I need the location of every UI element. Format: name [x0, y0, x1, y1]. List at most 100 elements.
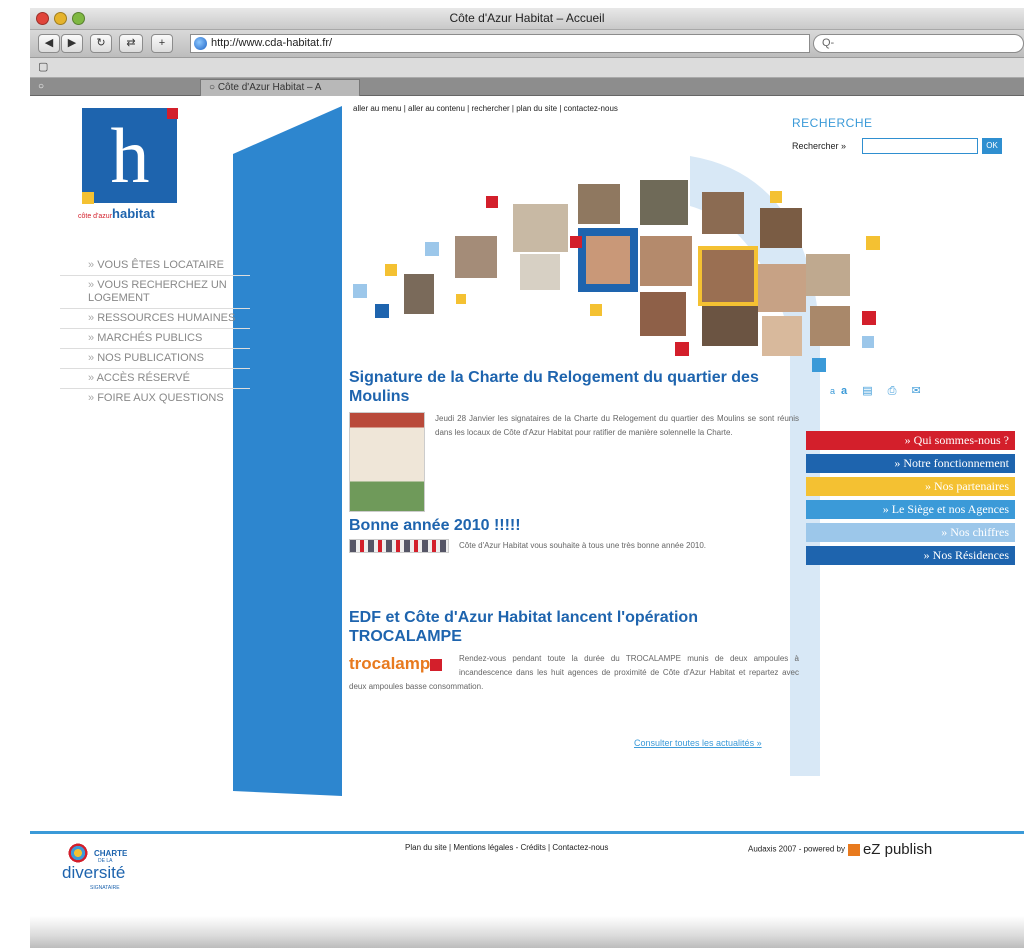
menu-item-publications[interactable]: » NOS PUBLICATIONS	[60, 349, 250, 369]
ez-logo-icon	[847, 843, 860, 856]
nav-partenaires[interactable]: » Nos partenaires	[806, 477, 1015, 496]
photo-tile	[455, 236, 497, 278]
photo-tile	[404, 274, 434, 314]
snapback-button[interactable]: ⇄	[119, 34, 143, 53]
mail-icon[interactable]: ✉	[912, 385, 927, 397]
square	[570, 236, 582, 248]
logo-brand: habitat	[112, 206, 155, 221]
charte-label: CHARTE	[94, 849, 128, 858]
nav-qui-sommes-nous[interactable]: » Qui sommes-nous ?	[806, 431, 1015, 450]
font-size-large-icon[interactable]: a	[841, 385, 853, 397]
back-button[interactable]: ◀	[38, 34, 60, 53]
photo-tile	[586, 236, 630, 284]
square	[385, 264, 397, 276]
square	[425, 242, 439, 256]
search-input[interactable]	[862, 138, 978, 154]
photo-tile	[640, 292, 686, 336]
news-thumbnail[interactable]	[349, 412, 425, 512]
logo-red-square	[167, 108, 178, 119]
square	[862, 336, 874, 348]
search-ok-button[interactable]: OK	[982, 138, 1002, 154]
footer-links[interactable]: Plan du site | Mentions légales - Crédit…	[405, 843, 608, 852]
menu-item-faq[interactable]: » FOIRE AUX QUESTIONS	[60, 389, 250, 408]
photo-tile	[806, 254, 850, 296]
browser-toolbar: ◀ ▶ ↻ ⇄ + http://www.cda-habitat.fr/ Q-	[30, 30, 1024, 58]
square	[862, 311, 876, 325]
main-menu: » VOUS ÊTES LOCATAIRE » VOUS RECHERCHEZ …	[60, 256, 250, 408]
bottom-shade	[30, 916, 1024, 948]
menu-item-logement[interactable]: » VOUS RECHERCHEZ UN LOGEMENT	[60, 276, 250, 309]
address-bar[interactable]: http://www.cda-habitat.fr/	[190, 34, 810, 53]
square	[590, 304, 602, 316]
footer-credit: Audaxis 2007 - powered by eZ publish	[748, 841, 932, 858]
tab-bar: ○ ○ Côte d'Azur Habitat – A	[30, 78, 1024, 96]
logo-letter: h	[110, 112, 150, 199]
news-title[interactable]: EDF et Côte d'Azur Habitat lancent l'opé…	[349, 608, 799, 646]
square	[353, 284, 367, 298]
charte-star-icon	[66, 843, 90, 863]
tab-label: Côte d'Azur Habitat – A	[217, 82, 322, 93]
menu-item-acces[interactable]: » ACCÈS RÉSERVÉ	[60, 369, 250, 389]
charte-title: diversité	[62, 863, 126, 882]
charte-diversite-logo[interactable]: CHARTE DE LA diversité SIGNATAIRE	[60, 841, 150, 901]
photo-tile	[762, 316, 802, 356]
url-text: http://www.cda-habitat.fr/	[211, 37, 333, 49]
browser-search-field[interactable]: Q-	[813, 34, 1024, 53]
photo-tile	[760, 208, 802, 248]
menu-item-locataire[interactable]: » VOUS ÊTES LOCATAIRE	[60, 256, 250, 276]
photo-tile	[702, 250, 754, 302]
nav-chiffres[interactable]: » Nos chiffres	[806, 523, 1015, 542]
photo-tile	[640, 236, 692, 286]
document-icon[interactable]: ▤	[862, 385, 878, 397]
credit-text: Audaxis 2007 - powered by	[748, 844, 845, 854]
news-item: Signature de la Charte du Relogement du …	[349, 368, 799, 512]
square	[866, 236, 880, 250]
tab-close-icon[interactable]: ○	[30, 79, 200, 96]
square	[486, 196, 498, 208]
square	[375, 304, 389, 318]
web-page: h côte d'azurhabitat » VOUS ÊTES LOCATAI…	[30, 96, 1024, 948]
ez-publish-label[interactable]: eZ publish	[863, 841, 932, 858]
charte-sign: SIGNATAIRE	[90, 885, 120, 891]
search-label: Rechercher »	[792, 141, 847, 151]
nav-fonctionnement[interactable]: » Notre fonctionnement	[806, 454, 1015, 473]
news-title[interactable]: Bonne année 2010 !!!!!	[349, 516, 799, 535]
menu-item-marches[interactable]: » MARCHÉS PUBLICS	[60, 329, 250, 349]
photo-tile	[640, 180, 688, 225]
photo-tile	[702, 192, 744, 234]
footer-divider	[30, 831, 1024, 834]
window-title: Côte d'Azur Habitat – Accueil	[449, 11, 605, 25]
bookmarks-bar: ▢	[30, 58, 1024, 78]
news-item: Bonne année 2010 !!!!! Côte d'Azur Habit…	[349, 516, 799, 553]
logo-wordmark[interactable]: côte d'azurhabitat	[78, 206, 155, 221]
trocalampe-logo[interactable]: trocalamp	[349, 652, 449, 676]
book-icon[interactable]: ▢	[38, 61, 48, 73]
news-item: EDF et Côte d'Azur Habitat lancent l'opé…	[349, 608, 799, 694]
nav-residences[interactable]: » Nos Résidences	[806, 546, 1015, 565]
menu-item-rh[interactable]: » RESSOURCES HUMAINES	[60, 309, 250, 329]
print-icon[interactable]: ⎙	[888, 385, 903, 397]
add-bookmark-button[interactable]: +	[151, 34, 173, 53]
all-news-link[interactable]: Consulter toutes les actualités »	[634, 738, 762, 748]
forward-button[interactable]: ▶	[61, 34, 83, 53]
window-titlebar: Côte d'Azur Habitat – Accueil	[30, 8, 1024, 30]
news-title[interactable]: Signature de la Charte du Relogement du …	[349, 368, 799, 406]
logo-yellow-square	[82, 192, 94, 204]
blue-swoosh	[233, 106, 342, 796]
font-size-icon[interactable]: a	[830, 386, 841, 396]
nav-siege-agences[interactable]: » Le Siège et nos Agences	[806, 500, 1015, 519]
reload-button[interactable]: ↻	[90, 34, 112, 53]
photo-tile	[702, 306, 758, 346]
skip-links[interactable]: aller au menu | aller au contenu | reche…	[353, 104, 618, 113]
photo-tile	[513, 204, 568, 252]
tab-active[interactable]: ○ Côte d'Azur Habitat – A	[200, 79, 360, 96]
news-thumbnail[interactable]	[349, 539, 449, 553]
logo-prefix: côte d'azur	[78, 213, 113, 220]
right-nav: » Qui sommes-nous ? » Notre fonctionneme…	[806, 431, 1015, 569]
square	[456, 294, 466, 304]
photo-tile	[758, 264, 806, 312]
globe-icon	[194, 37, 207, 50]
search-title: RECHERCHE	[792, 116, 873, 130]
square	[812, 358, 826, 372]
photo-tile	[520, 254, 560, 290]
